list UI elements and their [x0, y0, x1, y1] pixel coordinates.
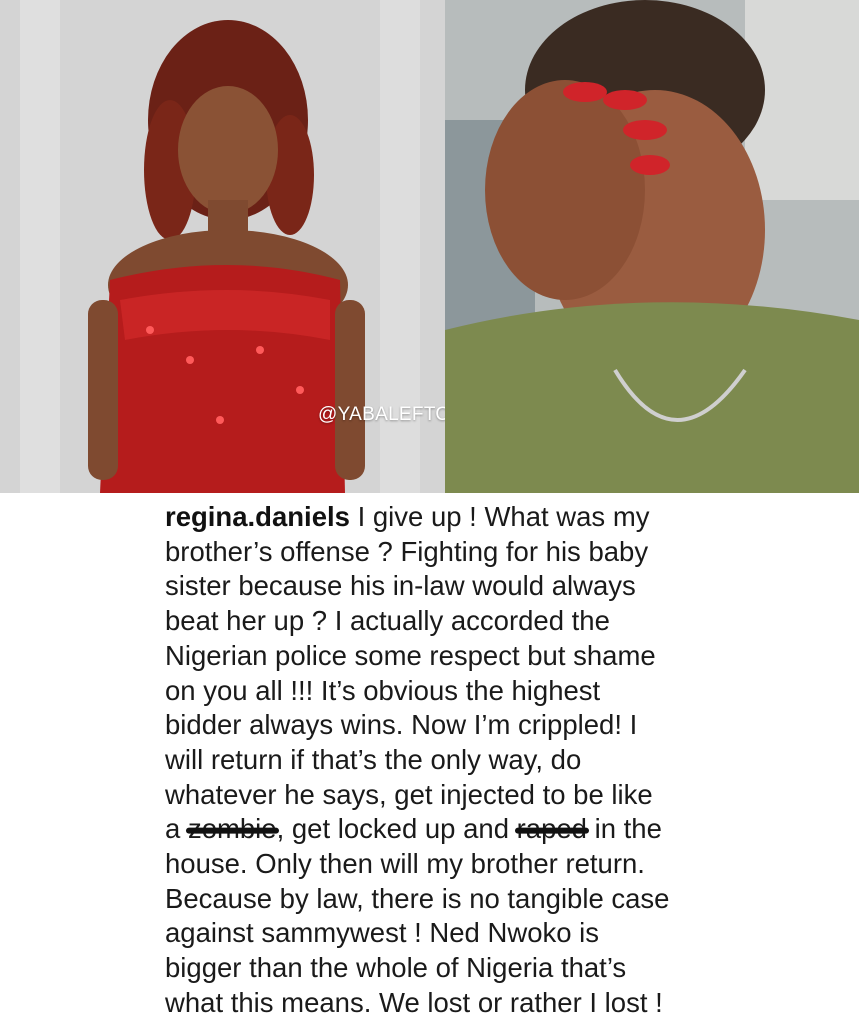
caption-line: brother’s offense ? Fighting for his bab… — [165, 535, 649, 567]
caption-text: I give up ! What was my — [349, 501, 650, 532]
photo-collage: @YABALEFTONLINE — [0, 0, 859, 493]
caption-line: beat her up ? I actually accorded the — [165, 605, 610, 637]
caption-line: on you all !!! It’s obvious the highest — [165, 674, 601, 706]
scribbled-word: zombie — [188, 812, 277, 847]
caption-line-scribbled: a zombie, get locked up and raped in the — [165, 812, 725, 847]
scribbled-word: raped — [517, 812, 587, 847]
watermark-text: @YABALEFTONLINE — [318, 404, 445, 425]
caption-line-1: regina.daniels I give up ! What was my — [165, 500, 725, 535]
caption-line: bidder always wins. Now I’m crippled! I — [165, 709, 638, 741]
caption-line: against sammywest ! Ned Nwoko is — [165, 917, 600, 949]
caption-line: house. Only then will my brother return. — [165, 848, 645, 880]
caption-line: will return if that’s the only way, do — [165, 743, 582, 775]
caption-line: whatever he says, get injected to be lik… — [165, 778, 653, 810]
caption-line: bigger than the whole of Nigeria that’s — [165, 952, 627, 984]
photo-red-dress: @YABALEFTONLINE — [0, 0, 445, 493]
crying-selfie-illustration — [445, 0, 859, 493]
username[interactable]: regina.daniels — [165, 501, 350, 532]
caption-line: what this means. We lost or rather I los… — [165, 986, 663, 1018]
caption-line: sister because his in-law would always — [165, 570, 636, 602]
caption-fragment: , get locked up and — [276, 813, 517, 845]
post-caption: regina.daniels I give up ! What was my b… — [165, 500, 725, 1021]
caption-fragment: in the — [586, 813, 662, 845]
caption-line: Because by law, there is no tangible cas… — [165, 882, 670, 914]
photo-crying-selfie — [445, 0, 859, 493]
caption-fragment: a — [165, 813, 188, 845]
caption-line: Nigerian police some respect but shame — [165, 639, 656, 671]
